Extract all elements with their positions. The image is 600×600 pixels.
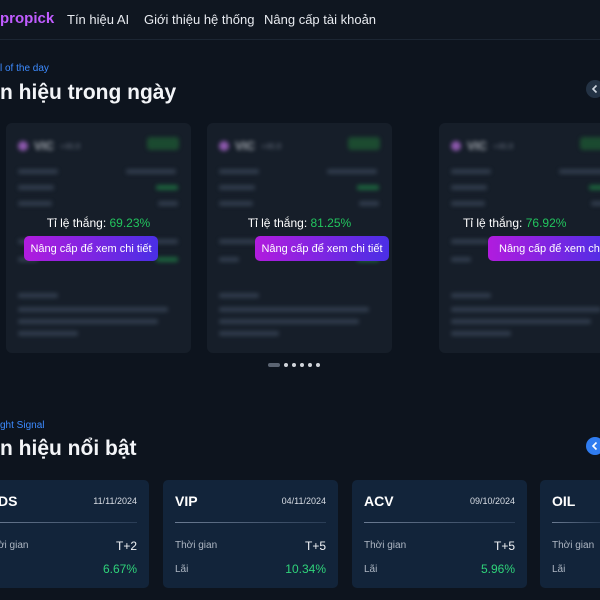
pagination-dot[interactable] [316, 363, 320, 367]
pagination-dot[interactable] [300, 363, 304, 367]
divider [175, 522, 326, 523]
hold-time-value: T+2 [115, 539, 137, 553]
section-title: n hiệu nổi bật [0, 437, 137, 460]
nav-ai-signals[interactable]: Tín hiệu AI [67, 12, 129, 27]
hold-time-label: Thời gian [175, 540, 218, 551]
divider [364, 522, 515, 523]
signal-card: VIC +46.8 Tỉ lệ thắng: 69.23% Nâng cấp để… [6, 123, 191, 353]
featured-card[interactable]: ACV 09/10/2024 Thời gian T+5 Lãi 5.96% [352, 480, 527, 588]
featured-ticker: VIP [175, 493, 198, 509]
featured-card[interactable]: OIL Thời gian Lãi [540, 480, 600, 588]
featured-date: 09/10/2024 [469, 496, 515, 506]
chevron-left-icon [591, 441, 598, 451]
pagination-dot[interactable] [292, 363, 296, 367]
pagination-dot[interactable] [308, 363, 312, 367]
winrate: Tỉ lệ thắng: 81.25% [247, 216, 352, 230]
featured-date: 04/11/2024 [281, 496, 326, 506]
winrate-value: 76.92% [525, 216, 567, 230]
profit-value: 10.34% [285, 562, 326, 576]
upgrade-to-view-button[interactable]: Nâng cấp để xem chi tiết [488, 236, 600, 261]
stock-logo-icon [18, 141, 28, 151]
section-eyebrow: l of the day [0, 63, 49, 74]
top-nav: propick Tín hiệu AI Giới thiệu hệ thống … [0, 0, 600, 40]
hold-time-label: Thời gian [552, 540, 595, 551]
pagination-dot-active[interactable] [268, 363, 280, 367]
signal-card: VIC +46.8 Tỉ lệ thắng: 76.92% Nâng cấp để… [439, 123, 600, 353]
featured-ticker: DS [0, 493, 18, 509]
featured-ticker: ACV [364, 493, 394, 509]
carousel-prev-button[interactable] [586, 80, 600, 98]
hold-time-label: ời gian [0, 540, 29, 551]
winrate: Tỉ lệ thắng: 76.92% [463, 216, 567, 230]
signal-card: VIC +46.8 Tỉ lệ thắng: 81.25% Nâng cấp để… [207, 123, 392, 353]
featured-prev-button[interactable] [586, 437, 600, 455]
hold-time-label: Thời gian [364, 540, 407, 551]
section-title: n hiệu trong ngày [0, 81, 177, 104]
featured-date: 11/11/2024 [93, 496, 137, 506]
pagination-dot[interactable] [284, 363, 288, 367]
carousel-pagination [268, 363, 320, 367]
profit-value: 5.96% [480, 562, 515, 576]
profit-label: Lãi [175, 564, 189, 575]
divider [552, 522, 600, 523]
stock-logo-icon [451, 141, 461, 151]
hold-time-value: T+5 [493, 539, 515, 553]
winrate: Tỉ lệ thắng: 69.23% [46, 216, 151, 230]
signal-ticker: VIC [467, 139, 488, 153]
winrate-value: 69.23% [109, 216, 151, 230]
profit-value: 6.67% [102, 562, 137, 576]
chevron-left-icon [591, 84, 598, 94]
brand-logo[interactable]: propick [0, 10, 54, 27]
upgrade-to-view-button[interactable]: Nâng cấp để xem chi tiết [255, 236, 389, 261]
section-eyebrow: ght Signal [0, 420, 45, 431]
nav-upgrade-account[interactable]: Nâng cấp tài khoản [264, 12, 376, 27]
hold-time-value: T+5 [304, 539, 326, 553]
featured-card[interactable]: DS 11/11/2024 ời gian T+2 6.67% [0, 480, 149, 588]
nav-system-intro[interactable]: Giới thiệu hệ thống [144, 12, 254, 27]
stock-logo-icon [219, 141, 229, 151]
upgrade-to-view-button[interactable]: Nâng cấp để xem chi tiết [24, 236, 158, 261]
featured-card[interactable]: VIP 04/11/2024 Thời gian T+5 Lãi 10.34% [163, 480, 338, 588]
signal-ticker: VIC [235, 139, 256, 153]
winrate-value: 81.25% [310, 216, 352, 230]
profit-label: Lãi [364, 564, 378, 575]
featured-ticker: OIL [552, 493, 576, 509]
divider [0, 522, 137, 523]
signal-ticker: VIC [34, 139, 55, 153]
profit-label: Lãi [552, 564, 566, 575]
